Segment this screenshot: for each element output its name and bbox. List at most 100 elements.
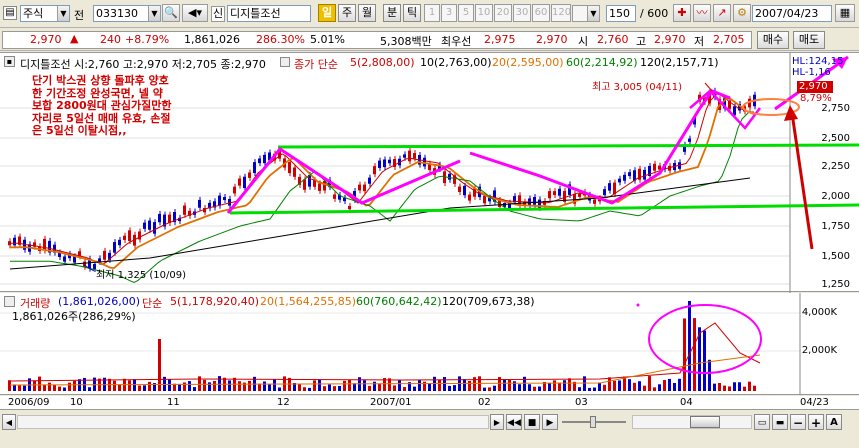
tool-button-2[interactable]: 〰 [693,4,711,22]
scroll-bar[interactable]: ◀ ▶ ◀◀ ■ ▶ ▭ ▬ − + A [0,412,859,432]
annotation-line: 단기 박스권 상향 돌파후 양호 [32,74,169,87]
settings-button[interactable]: ⚙ [733,4,751,22]
speaker-button[interactable]: ◀▾ [182,4,208,22]
volume-bar [743,386,746,391]
volume-axis-tick: 4,000K [801,307,837,318]
search-button[interactable]: 🔍 [162,4,180,22]
buy-button[interactable]: 매수 [757,31,789,49]
scroll-left-button[interactable]: ◀ [2,414,16,430]
period-tick-button[interactable]: 틱 [403,4,421,22]
candle-body [153,222,156,234]
candle-body [553,191,556,195]
minute-step-1[interactable]: 1 [424,4,440,22]
auto-scale-button[interactable]: A [826,414,842,430]
scroll-right-button[interactable]: ▶ [490,414,504,430]
volume-bar [118,384,121,391]
candle-body [148,220,151,230]
tool-button-3[interactable]: ↗ [713,4,731,22]
minute-step-dropdown[interactable]: ▼ [572,5,600,22]
low-label: 저 [694,35,705,48]
candle-body [228,198,231,206]
period-month-button[interactable]: 월 [358,4,376,22]
minute-step-30[interactable]: 30 [513,4,531,22]
volume-bar [663,380,666,391]
volume-bar [693,318,696,391]
minute-step-20[interactable]: 20 [494,4,512,22]
zoom-reset-button[interactable]: ▬ [772,414,788,430]
best-ask: 2,975 [484,33,516,46]
calendar-button[interactable]: ▦ [835,4,855,22]
price-change-pct: +8.79% [125,33,170,46]
volume-bar [673,383,676,391]
panel-icon: ▪ [4,56,15,67]
scroll-track[interactable] [17,415,489,429]
volume-bar [323,386,326,391]
market-type-select[interactable]: 주식 ▼ [20,5,70,22]
market-type-value: 주식 [23,7,44,20]
volume-bar [128,380,131,391]
candle-body [603,189,606,196]
volume-bar [8,380,11,391]
candle-body [113,242,116,253]
volume-bar [508,379,511,391]
stock-code-input[interactable]: 033130 ▼ [93,5,161,22]
rewind-button[interactable]: ◀◀ [506,414,522,430]
play-button[interactable]: ▶ [542,414,558,430]
speed-slider-handle[interactable] [590,416,596,428]
open-price: 2,760 [597,33,629,46]
candle-body [258,158,261,164]
volume-panel[interactable]: 거래량 (1,861,026,00) 단순 5(1,178,920,40) 20… [0,293,859,395]
period-minute-button[interactable]: 분 [383,4,401,22]
low-marker: 최저 1,325 (10/09) [96,270,187,281]
volume-bar [63,387,66,391]
minute-step-120[interactable]: 120 [551,4,571,22]
volume-bar [158,339,161,391]
ohlc-text: 디지틀조선 시:2,760 고:2,970 저:2,705 종:2,970 [20,58,266,71]
candle-body [218,195,221,206]
stop-button[interactable]: ■ [524,414,540,430]
minute-step-3[interactable]: 3 [441,4,457,22]
volume-axis-tick: 2,000K [801,345,837,356]
period-week-button[interactable]: 주 [338,4,356,22]
date-tick: 04 [680,397,693,408]
candle-body [548,191,551,199]
ma5-label: 5(2,808,00) [350,56,415,69]
minute-step-60[interactable]: 60 [532,4,550,22]
candle-body [733,106,736,115]
zoom-fit-button[interactable]: ▭ [754,414,770,430]
candle-body [643,169,646,180]
volume-bar [213,380,216,391]
volume-bar [643,385,646,391]
zoom-in-button[interactable]: + [808,414,824,430]
volume-bar [378,383,381,391]
sell-button[interactable]: 매도 [793,31,825,49]
candle-body [623,174,626,181]
price-axis: 2,750 2,500 2,250 2,000 1,750 1,500 1,25… [790,53,854,293]
volume-value: 1,861,026 [184,33,240,46]
volume-bar [723,385,726,391]
zoom-out-button[interactable]: − [790,414,806,430]
zoom-thumb[interactable] [690,416,720,428]
trade-amount: 5,308백만 [380,35,432,48]
candle-body [578,193,581,197]
chevron-down-icon: ▼ [57,6,69,21]
panel-icon-2 [280,57,290,67]
minute-step-10[interactable]: 10 [475,4,493,22]
ma120-label: 120(2,157,71) [640,56,719,69]
price-panel[interactable]: ▪ 디지틀조선 시:2,760 고:2,970 저:2,705 종:2,970 … [0,52,859,293]
candle-body [118,239,121,246]
candle-body [143,222,146,229]
volume-bar [208,382,211,391]
count-input[interactable]: 150 [606,5,636,22]
volume-bar [613,380,616,391]
ma20-label: 20(2,595,00) [492,56,564,69]
high-marker: 최고 3,005 (04/11) [592,82,683,93]
candle-body [293,167,296,177]
tool-button-1[interactable]: ✚ [673,4,691,22]
volume-bar [513,381,516,391]
period-day-button[interactable]: 일 [318,4,336,22]
menu-icon[interactable]: ▤ [3,6,17,20]
minute-step-5[interactable]: 5 [458,4,474,22]
date-input[interactable]: 2007/04/23 [752,5,832,22]
candle-body [373,166,376,175]
